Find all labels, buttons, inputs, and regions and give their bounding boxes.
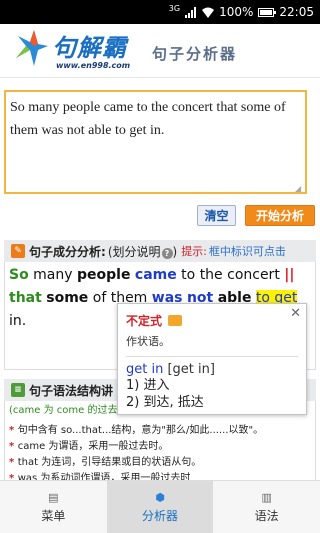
tip-label: 提示: bbox=[181, 245, 207, 258]
bullet-star-icon: * bbox=[9, 441, 18, 452]
nav-label: 分析器 bbox=[142, 508, 179, 523]
grammar-item: * came 为谓语，采用一般过去时。 bbox=[9, 439, 311, 455]
book-icon: ▥ bbox=[261, 490, 272, 504]
menu-icon: ▤ bbox=[48, 490, 59, 504]
grammar-section-title: 句子语法结构讲 bbox=[29, 383, 114, 398]
signal-icon bbox=[185, 6, 197, 18]
grammar-item-text: came 为谓语，采用一般过去时。 bbox=[17, 441, 169, 452]
sentence-token[interactable]: || bbox=[284, 267, 294, 283]
start-analysis-button[interactable]: 开始分析 bbox=[245, 205, 315, 226]
cube-icon: ⬢ bbox=[155, 490, 165, 504]
help-icon: ? bbox=[161, 247, 173, 259]
analysis-section-title: 句子成分分析: bbox=[29, 244, 106, 259]
sentence-token[interactable]: people bbox=[77, 267, 130, 283]
division-help-link[interactable]: (划分说明?) bbox=[108, 243, 177, 260]
grammar-item: * that 为连词，引导结果或目的状语从句。 bbox=[9, 455, 311, 471]
sentence-token: to the concert bbox=[176, 267, 285, 283]
nav-analyzer[interactable]: ⬢ 分析器 bbox=[106, 481, 214, 533]
wifi-icon bbox=[202, 7, 215, 18]
logo-title: 句解霸 bbox=[52, 33, 127, 62]
bullet-star-icon: * bbox=[9, 457, 18, 468]
battery-percent: 100% bbox=[219, 5, 254, 19]
nav-grammar[interactable]: ▥ 语法 bbox=[213, 481, 320, 533]
sentence-token[interactable]: So bbox=[9, 267, 29, 283]
popup-pronunciation: [get in] bbox=[167, 362, 215, 377]
word-popup: ✕ 不定式 作状语。 get in [get in] 1) 进入 2) 到达, … bbox=[117, 303, 307, 415]
battery-icon bbox=[258, 7, 277, 17]
clock: 22:05 bbox=[279, 5, 314, 19]
sentence-token: in. bbox=[9, 313, 27, 329]
app-subtitle: 句子分析器 bbox=[152, 45, 238, 63]
popup-function: 作状语。 bbox=[126, 335, 170, 348]
popup-type: 不定式 bbox=[126, 314, 163, 328]
list-icon: ≡ bbox=[11, 383, 25, 397]
note-icon[interactable] bbox=[168, 315, 183, 326]
app-header: 句解霸 www.en998.com 句子分析器 bbox=[0, 24, 320, 78]
bullet-star-icon: * bbox=[9, 425, 18, 436]
status-bar: 3G 100% 22:05 bbox=[0, 0, 320, 24]
popup-phrase[interactable]: get in bbox=[126, 362, 163, 377]
edit-icon: ✎ bbox=[11, 244, 25, 258]
grammar-list: * 句中含有 so...that...结构，意为"那么/如此......以致"。… bbox=[9, 423, 311, 480]
nav-label: 语法 bbox=[254, 508, 279, 523]
logo-star-icon bbox=[16, 30, 48, 66]
resize-handle-icon[interactable]: ◢ bbox=[295, 184, 301, 193]
grammar-item: * 句中含有 so...that...结构，意为"那么/如此......以致"。 bbox=[9, 423, 311, 439]
analysis-section-header: ✎ 句子成分分析: (划分说明?) 提示: 框中标识可点击 bbox=[4, 240, 316, 262]
sentence-token: many bbox=[28, 267, 77, 283]
grammar-item-text: 句中含有 so...that...结构，意为"那么/如此......以致"。 bbox=[17, 425, 264, 436]
popup-definition-2: 2) 到达, 抵达 bbox=[126, 395, 204, 410]
clear-button[interactable]: 清空 bbox=[197, 205, 236, 226]
nav-label: 菜单 bbox=[41, 508, 66, 523]
sentence-input[interactable] bbox=[4, 90, 307, 194]
sentence-token[interactable]: some bbox=[46, 290, 88, 306]
nav-menu[interactable]: ▤ 菜单 bbox=[0, 481, 107, 533]
popup-divider bbox=[126, 356, 298, 357]
popup-definition-1: 1) 进入 bbox=[126, 378, 170, 393]
grammar-item-text: that 为连词，引导结果或目的状语从句。 bbox=[17, 457, 202, 468]
sentence-token[interactable]: came bbox=[135, 267, 177, 283]
bottom-nav: ▤ 菜单 ⬢ 分析器 ▥ 语法 bbox=[0, 480, 320, 533]
logo-url: www.en998.com bbox=[56, 61, 131, 70]
tip-text: 框中标识可点击 bbox=[208, 245, 286, 258]
network-type-indicator: 3G bbox=[168, 3, 181, 13]
sentence-token[interactable]: that bbox=[9, 290, 42, 306]
close-icon[interactable]: ✕ bbox=[290, 306, 301, 321]
